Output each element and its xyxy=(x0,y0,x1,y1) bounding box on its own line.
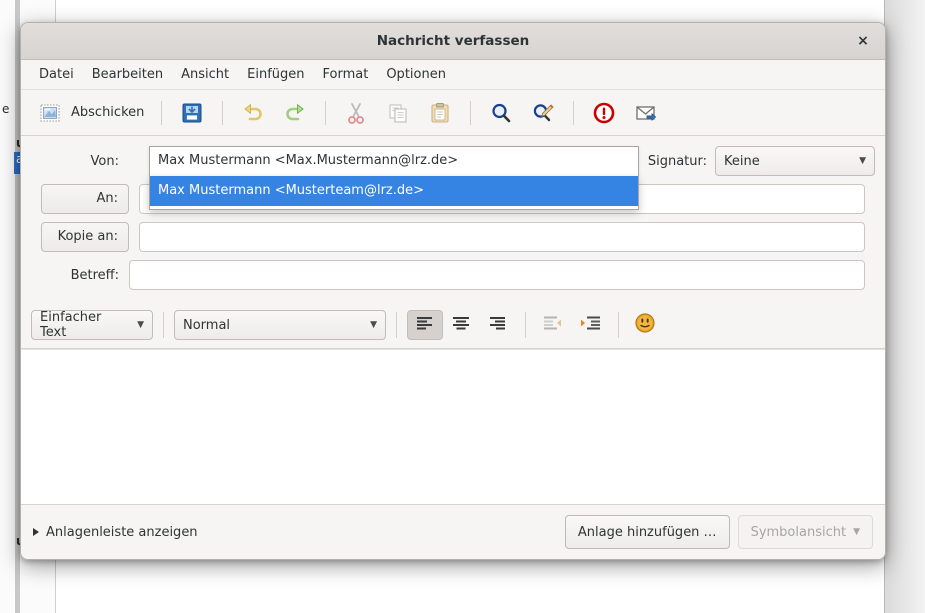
subject-row: Betreff: xyxy=(31,260,875,290)
spellcheck-edit-icon xyxy=(530,100,556,126)
undo-icon xyxy=(240,100,266,126)
align-center-button[interactable] xyxy=(443,310,479,340)
outdent-button[interactable] xyxy=(536,310,572,340)
save-button[interactable] xyxy=(171,96,213,130)
toolbar-separator xyxy=(573,101,574,125)
toolbar-separator xyxy=(325,101,326,125)
compose-message-dialog: Nachricht verfassen × Datei Bearbeiten A… xyxy=(20,22,886,560)
message-body-editor[interactable] xyxy=(21,349,885,504)
chevron-down-icon: ▼ xyxy=(137,320,144,330)
paste-icon xyxy=(427,100,453,126)
align-left-icon xyxy=(415,315,435,335)
outdent-icon xyxy=(543,315,565,335)
from-dropdown-option[interactable]: Max Mustermann <Musterteam@lrz.de> xyxy=(150,176,638,206)
chevron-right-icon xyxy=(33,528,39,536)
menu-item-optionen[interactable]: Optionen xyxy=(378,64,454,85)
add-attachment-button[interactable]: Anlage hinzufügen … xyxy=(565,515,730,549)
encrypt-mail-icon xyxy=(633,100,659,126)
format-separator xyxy=(396,312,397,338)
priority-icon xyxy=(591,100,617,126)
to-label-button[interactable]: An: xyxy=(41,184,129,214)
align-center-icon xyxy=(451,315,471,335)
window-title: Nachricht verfassen xyxy=(377,33,530,49)
priority-button[interactable] xyxy=(583,96,625,130)
redo-icon xyxy=(282,100,308,126)
indent-icon xyxy=(579,315,601,335)
attachment-pane-toggle-label: Anlagenleiste anzeigen xyxy=(46,525,198,540)
copy-button[interactable] xyxy=(377,96,419,130)
cut-icon xyxy=(343,100,369,126)
close-icon[interactable]: × xyxy=(851,29,875,53)
paste-button[interactable] xyxy=(419,96,461,130)
cc-row: Kopie an: xyxy=(31,222,875,252)
paragraph-style-label: Normal xyxy=(183,318,230,333)
format-separator xyxy=(525,312,526,338)
from-input[interactable]: Max Mustermann <Max.Mustermann@lrz.de> xyxy=(149,146,639,176)
cc-label-button[interactable]: Kopie an: xyxy=(41,222,129,252)
from-label: Von: xyxy=(31,154,129,169)
toolbar-separator xyxy=(470,101,471,125)
signature-select[interactable]: Keine ▼ xyxy=(715,146,875,176)
menu-item-datei[interactable]: Datei xyxy=(31,64,82,85)
send-button-label: Abschicken xyxy=(71,105,144,120)
chevron-down-icon: ▼ xyxy=(370,320,377,330)
redo-button[interactable] xyxy=(274,96,316,130)
text-mode-label: Einfacher Text xyxy=(40,310,131,340)
spellcheck-icon xyxy=(488,100,514,126)
toolbar-separator xyxy=(222,101,223,125)
main-toolbar: Abschicken xyxy=(21,90,885,136)
subject-label: Betreff: xyxy=(31,268,129,283)
indent-button[interactable] xyxy=(572,310,608,340)
background-right-panel xyxy=(885,0,925,613)
menu-bar: Datei Bearbeiten Ansicht Einfügen Format… xyxy=(21,60,885,90)
format-separator xyxy=(163,312,164,338)
menu-item-bearbeiten[interactable]: Bearbeiten xyxy=(84,64,171,85)
view-mode-label: Symbolansicht xyxy=(751,525,847,540)
send-stamp-icon xyxy=(37,100,63,126)
signature-value: Keine xyxy=(724,154,760,169)
align-right-button[interactable] xyxy=(479,310,515,340)
attachment-bar: Anlagenleiste anzeigen Anlage hinzufügen… xyxy=(21,504,885,559)
spellcheck-edit-button[interactable] xyxy=(522,96,564,130)
menu-item-format[interactable]: Format xyxy=(315,64,377,85)
encrypt-mail-button[interactable] xyxy=(625,96,667,130)
paragraph-style-select[interactable]: Normal ▼ xyxy=(174,310,386,340)
screen: e u a u i Nachricht verfassen × Datei Be… xyxy=(0,0,925,613)
undo-button[interactable] xyxy=(232,96,274,130)
save-icon xyxy=(179,100,205,126)
title-bar: Nachricht verfassen × xyxy=(21,23,885,60)
cc-input[interactable] xyxy=(139,222,865,252)
menu-item-einfuegen[interactable]: Einfügen xyxy=(239,64,312,85)
subject-input[interactable] xyxy=(129,260,865,290)
from-dropdown-list: Max Mustermann <Musterteam@lrz.de> xyxy=(149,176,639,210)
from-combobox-open: Max Mustermann <Max.Mustermann@lrz.de> M… xyxy=(149,146,639,210)
align-left-button[interactable] xyxy=(407,310,443,340)
header-fields: Von: Signatur: Keine ▼ An: Kopie an: xyxy=(21,136,885,302)
smiley-icon xyxy=(634,312,656,339)
insert-emoji-button[interactable] xyxy=(629,310,661,340)
format-separator xyxy=(618,312,619,338)
signature-label: Signatur: xyxy=(648,154,707,169)
format-toolbar: Einfacher Text ▼ Normal ▼ xyxy=(21,302,885,349)
text-mode-select[interactable]: Einfacher Text ▼ xyxy=(31,310,153,340)
send-button[interactable]: Abschicken xyxy=(29,96,152,130)
chevron-down-icon: ▼ xyxy=(859,156,866,166)
toolbar-separator xyxy=(161,101,162,125)
view-mode-select: Symbolansicht ▼ xyxy=(738,515,873,549)
align-right-icon xyxy=(487,315,507,335)
cut-button[interactable] xyxy=(335,96,377,130)
attachment-pane-toggle[interactable]: Anlagenleiste anzeigen xyxy=(33,525,198,540)
chevron-down-icon: ▼ xyxy=(853,527,860,537)
copy-icon xyxy=(385,100,411,126)
spellcheck-button[interactable] xyxy=(480,96,522,130)
background-text-fragment: e xyxy=(2,102,9,116)
menu-item-ansicht[interactable]: Ansicht xyxy=(173,64,237,85)
